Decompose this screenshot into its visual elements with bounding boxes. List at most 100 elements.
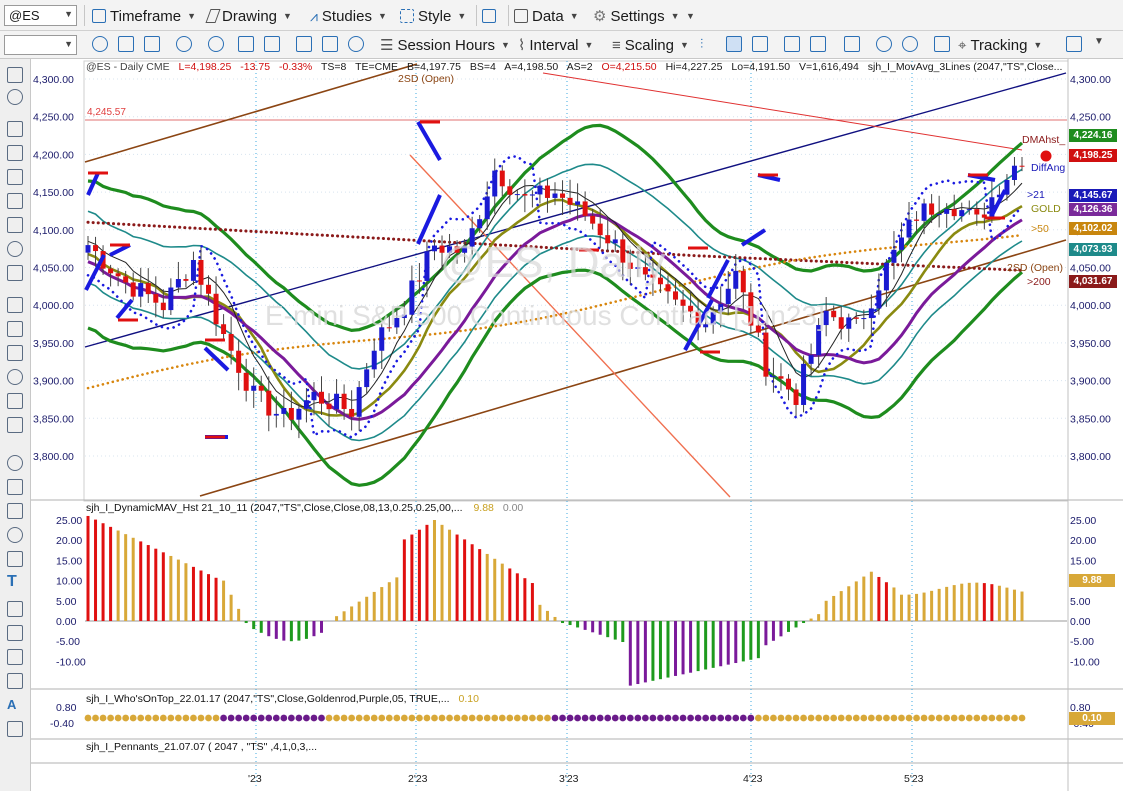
candle-body <box>861 318 867 320</box>
hist-bar <box>335 616 339 621</box>
hist-bar <box>704 621 708 670</box>
price-axis-label-left: 4,200.00 <box>33 149 74 161</box>
candle-icon[interactable] <box>726 36 742 52</box>
hlc-icon[interactable] <box>810 36 826 52</box>
zoom-in-icon[interactable] <box>876 36 892 52</box>
wot-dot <box>476 714 484 722</box>
zoom-icon[interactable] <box>176 36 192 52</box>
speed-lines-icon[interactable] <box>7 417 23 433</box>
ts-icon[interactable] <box>296 36 312 52</box>
candle-body <box>153 294 159 303</box>
style-button[interactable]: Style ▼ <box>400 5 466 27</box>
trend-icon[interactable] <box>1066 36 1082 52</box>
vline-icon[interactable] <box>7 169 23 185</box>
wot-dot <box>92 714 99 722</box>
studies-button[interactable]: ⩘ Studies ▼ <box>310 5 387 27</box>
symbol-input[interactable]: @ES ▼ <box>4 5 77 26</box>
hist-bar <box>598 621 602 635</box>
wot-dot <box>378 714 386 722</box>
data-button[interactable]: Data ▼ <box>514 5 579 27</box>
wot-dot <box>830 714 838 722</box>
more-icon[interactable]: ▼ <box>1094 36 1110 52</box>
hist-bar <box>915 593 919 621</box>
candle-body <box>85 245 91 253</box>
wrench-icon[interactable] <box>7 121 23 137</box>
fib-icon[interactable] <box>7 265 23 281</box>
chevron-down-icon[interactable]: ▼ <box>64 39 73 49</box>
lock-icon[interactable] <box>7 721 23 737</box>
fib-time-icon[interactable] <box>7 345 23 361</box>
bar-icon[interactable] <box>144 36 160 52</box>
hist-bar <box>244 621 248 624</box>
chart-canvas[interactable]: 4,300.00 4,300.00 4,250.00 4,250.00 4,200.00… <box>31 59 1123 791</box>
hist-bar <box>176 559 180 621</box>
tracking-button[interactable]: ⌖ Tracking ▼ <box>958 34 1042 56</box>
arrow-down-icon[interactable] <box>7 479 23 495</box>
candle-body <box>341 393 347 409</box>
area-chart-icon[interactable] <box>264 36 280 52</box>
wot-dot <box>815 714 823 722</box>
wot-dot <box>84 714 92 722</box>
fib-levels-icon[interactable] <box>7 297 23 313</box>
settings-button[interactable]: ⚙ Settings ▼ <box>593 5 680 27</box>
chevron-down-icon: ▼ <box>679 40 689 50</box>
text-tool-icon[interactable]: T <box>7 573 23 590</box>
left-arrow-icon[interactable] <box>7 649 23 665</box>
ohlc-icon[interactable] <box>784 36 800 52</box>
hist-bar <box>877 576 881 621</box>
interval-button[interactable]: ⌇ Interval ▼ <box>518 34 593 56</box>
divider <box>476 5 477 26</box>
hist-bar <box>960 583 964 621</box>
arc-icon[interactable] <box>7 455 23 471</box>
line-chart-icon[interactable] <box>238 36 254 52</box>
diagonal-line-icon[interactable] <box>7 193 23 209</box>
line-tool-icon[interactable] <box>7 601 23 617</box>
fib-ext-icon[interactable] <box>7 321 23 337</box>
crosshair-icon[interactable] <box>7 89 23 105</box>
hollow-candle-icon[interactable] <box>752 36 768 52</box>
gann-icon[interactable] <box>7 241 23 257</box>
bar-chart-icon[interactable]: ⫶ <box>700 36 716 52</box>
wot-dot <box>785 714 792 722</box>
camera-icon[interactable] <box>322 36 338 52</box>
candle-body <box>763 332 769 377</box>
chevron-down-icon[interactable]: ▼ <box>64 9 73 19</box>
layout-button[interactable] <box>482 5 496 27</box>
arrow-up-icon[interactable] <box>7 503 23 519</box>
hist-bar <box>455 534 459 621</box>
font-icon[interactable]: A <box>7 697 23 713</box>
eraser-icon[interactable] <box>7 625 23 641</box>
candle-body <box>868 308 874 319</box>
panes-icon[interactable] <box>844 36 860 52</box>
fib-circle-icon[interactable] <box>7 369 23 385</box>
chart-toolbar: ▼ ☰ Session Hours ▼ ⌇ Interval ▼ ≡ Scali… <box>0 31 1123 59</box>
wot-dot <box>416 714 423 722</box>
chevron-down-icon: ▼ <box>377 11 387 21</box>
hist-bar <box>116 530 120 621</box>
ts-value: TS=8 <box>321 61 347 73</box>
zoom-out-icon[interactable] <box>902 36 918 52</box>
hline-icon[interactable] <box>7 145 23 161</box>
pointer-icon[interactable] <box>7 67 23 83</box>
fib-arc-icon[interactable] <box>7 393 23 409</box>
timeframe-button[interactable]: Timeframe ▼ <box>92 5 196 27</box>
hist-bar <box>884 582 888 621</box>
ellipse-icon[interactable] <box>7 527 23 543</box>
hist-bar <box>583 621 587 630</box>
rectangle-icon[interactable] <box>7 551 23 567</box>
config-icon[interactable] <box>348 36 364 52</box>
session-hours-button[interactable]: ☰ Session Hours ▼ <box>380 34 510 56</box>
toolbar-more-button[interactable]: ▼ <box>684 5 695 27</box>
price-axis-label-right: 4,250.00 <box>1070 112 1111 124</box>
channel-icon[interactable] <box>7 217 23 233</box>
grid-icon[interactable] <box>118 36 134 52</box>
gauge-icon[interactable] <box>208 36 224 52</box>
table-icon[interactable] <box>934 36 950 52</box>
candle-body <box>288 407 294 420</box>
drawing-button[interactable]: Drawing ▼ <box>205 5 292 27</box>
chart-selector-input[interactable]: ▼ <box>4 35 77 55</box>
highlighter-icon[interactable] <box>7 673 23 689</box>
scaling-button[interactable]: ≡ Scaling ▼ <box>612 34 689 56</box>
data-label: Data <box>532 7 564 25</box>
refresh-icon[interactable] <box>92 36 108 52</box>
